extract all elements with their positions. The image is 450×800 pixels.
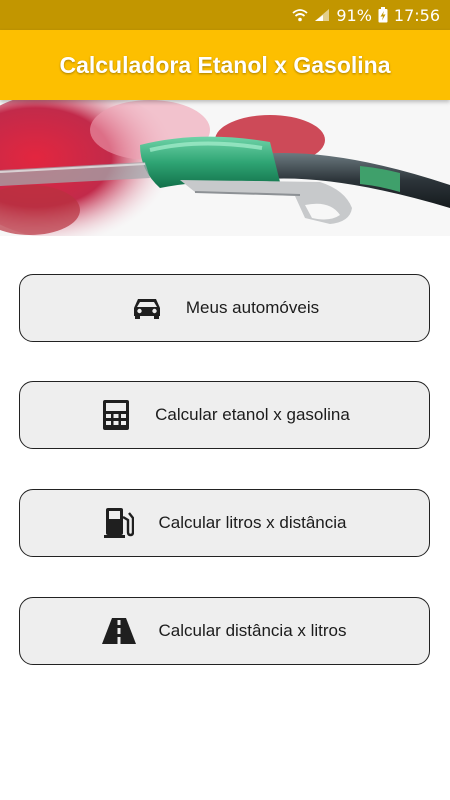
calc-distance-vs-liters-label: Calcular distância x litros: [158, 621, 347, 640]
battery-percent: 91%: [336, 5, 372, 25]
status-bar: 91% 17:56: [0, 0, 450, 30]
fuel-pump-banner: [0, 100, 450, 236]
calc-ethanol-vs-gasoline-button[interactable]: Calcular etanol x gasolina: [19, 381, 430, 449]
battery-charging-icon: [378, 7, 388, 23]
car-icon: [130, 291, 164, 325]
calc-ethanol-vs-gasoline-label: Calcular etanol x gasolina: [155, 405, 350, 424]
calc-distance-vs-liters-button[interactable]: Calcular distância x litros: [19, 597, 430, 665]
fuel-pump-icon: [102, 506, 136, 540]
fuel-pump-nozzle-image: [0, 100, 450, 236]
calc-liters-vs-distance-button[interactable]: Calcular litros x distância: [19, 489, 430, 557]
calculator-icon: [99, 398, 133, 432]
signal-icon: [314, 8, 330, 22]
clock: 17:56: [393, 5, 440, 25]
app-bar: Calculadora Etanol x Gasolina: [0, 30, 450, 100]
calc-liters-vs-distance-label: Calcular litros x distância: [158, 513, 347, 532]
road-icon: [102, 614, 137, 648]
wifi-icon: [292, 8, 308, 22]
app-title: Calculadora Etanol x Gasolina: [59, 51, 391, 78]
my-cars-button[interactable]: Meus automóveis: [19, 274, 430, 342]
my-cars-label: Meus automóveis: [185, 298, 320, 317]
